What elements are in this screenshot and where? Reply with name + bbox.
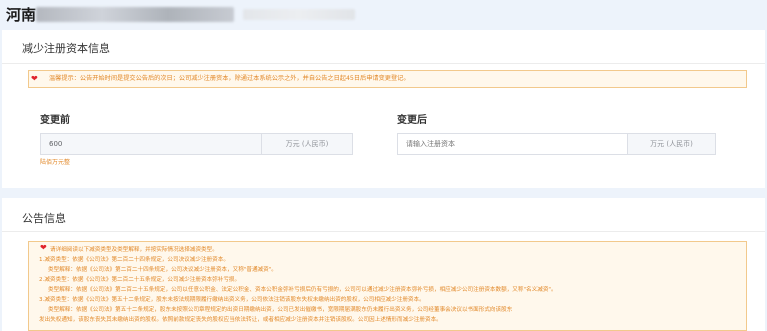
notice-line: 类型解释：依据《公司法》第二百二十四条规定，公司决议减少注册资本，又称"普通减资… (48, 267, 277, 273)
reduce-capital-title: 减少注册资本信息 (22, 42, 110, 55)
before-unit: 万元 (人民币) (262, 133, 353, 155)
after-capital-input[interactable] (397, 133, 628, 155)
header: 河南 (0, 0, 767, 30)
after-label: 变更后 (397, 115, 427, 126)
notice-line: 请详细阅读以下减资类型及类型解释，并按实际情况选择减资类型。 (50, 247, 218, 253)
reduction-type-notice: ❤ 请详细阅读以下减资类型及类型解释，并按实际情况选择减资类型。 1.减资类型：… (28, 241, 747, 331)
redacted-company-name (36, 7, 234, 22)
notice-line: 发出失权通知，该股东丧失其未缴纳出资的股权。依照前款规定丧失的股权应当依法转让，… (39, 317, 442, 323)
after-capital-group: 万元 (人民币) (397, 133, 716, 155)
notice-line: 3.减资类型：依据《公司法》第五十二条规定，股东未按法规期限履行缴纳出资义务，公… (39, 297, 425, 303)
before-capital-input: 600 (40, 133, 262, 155)
before-capital-group: 600 万元 (人民币) (40, 133, 353, 155)
reduce-capital-card: 减少注册资本信息 ❤ 温馨提示：公告开始时间是提交公告后的次日；公司减少注册资本… (2, 30, 765, 188)
after-unit: 万元 (人民币) (628, 133, 716, 155)
divider (2, 63, 765, 64)
divider (2, 231, 765, 232)
heart-icon: ❤ (31, 74, 38, 83)
company-name: 河南 (6, 6, 37, 24)
notice-line: 2.减资类型：依据《公司法》第二百二十五条规定，公司减少注册资本弥补亏损。 (39, 277, 241, 283)
notice-line: 1.减资类型：依据《公司法》第二百二十四条规定，公司决议减少注册资本。 (39, 257, 229, 263)
announcement-card: 公告信息 ❤ 请详细阅读以下减资类型及类型解释，并按实际情况选择减资类型。 1.… (2, 198, 765, 331)
before-label: 变更前 (40, 115, 70, 126)
announcement-title: 公告信息 (22, 212, 66, 225)
notice-line: 类型解释：依据《公司法》第二百二十五条规定，公司以任意公积金、法定公积金、资本公… (48, 287, 557, 293)
redacted-credit-code (243, 9, 355, 20)
heart-icon: ❤ (40, 243, 47, 252)
notice-line: 类型解释：依据《公司法》第五十二条规定，股东未按照公司章程规定的出资日期缴纳出资… (48, 307, 513, 313)
warm-tip-notice: ❤ 温馨提示：公告开始时间是提交公告后的次日；公司减少注册资本，除通过本系统公示… (28, 70, 747, 88)
warm-tip-text: 温馨提示：公告开始时间是提交公告后的次日；公司减少注册资本，除通过本系统公示之外… (49, 75, 410, 82)
before-capital-words: 陆佰万元整 (40, 159, 71, 166)
